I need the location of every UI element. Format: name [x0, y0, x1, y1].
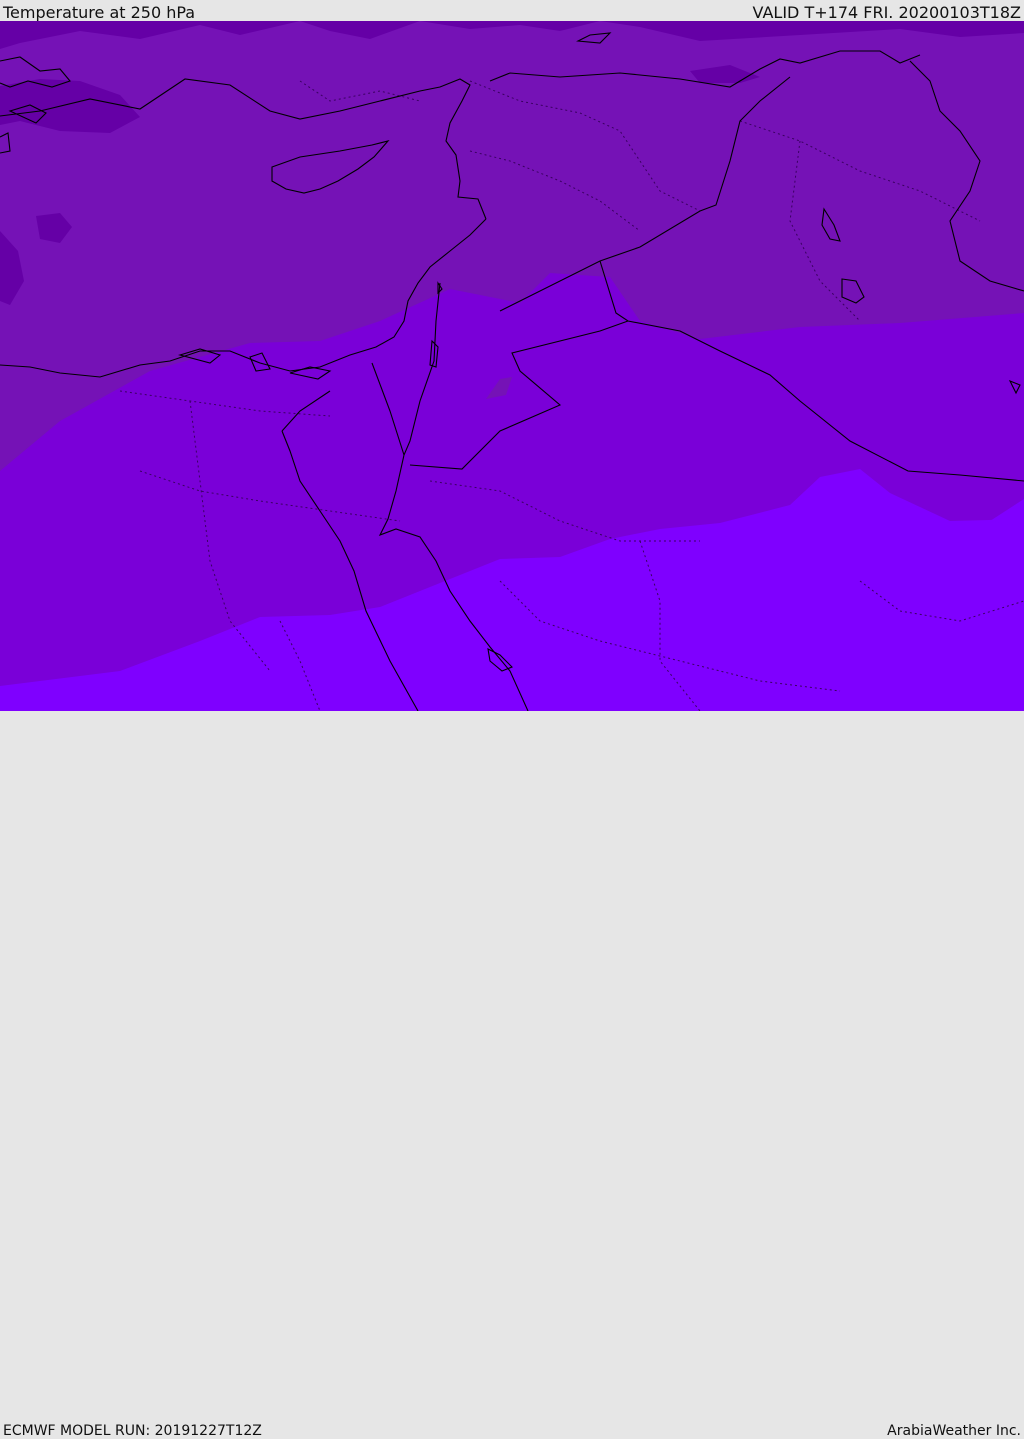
valid-time: VALID T+174 FRI. 20200103T18Z [752, 3, 1021, 22]
credit-label: ArabiaWeather Inc. [887, 1423, 1021, 1439]
header-bar: Temperature at 250 hPa VALID T+174 FRI. … [0, 0, 1024, 21]
temperature-map[interactable] [0, 21, 1024, 711]
model-run-label: ECMWF MODEL RUN: 20191227T12Z [3, 1423, 262, 1439]
footer-bar: ECMWF MODEL RUN: 20191227T12Z ArabiaWeat… [0, 711, 1024, 1438]
map-title: Temperature at 250 hPa [3, 3, 196, 22]
